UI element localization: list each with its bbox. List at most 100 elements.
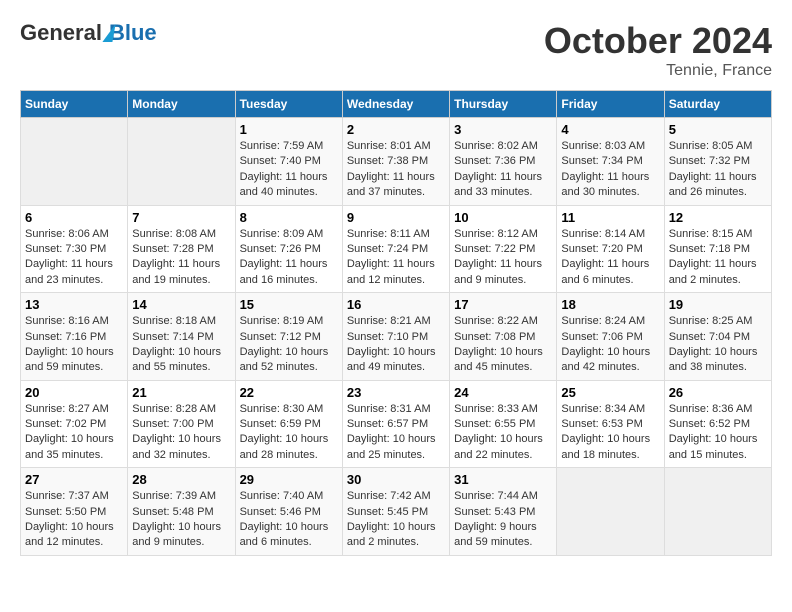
calendar-cell [128,118,235,206]
day-info: Sunrise: 8:18 AM Sunset: 7:14 PM Dayligh… [132,314,230,376]
calendar-week-row: 13 Sunrise: 8:16 AM Sunset: 7:16 PM Dayli… [21,293,772,381]
calendar-header-row: SundayMondayTuesdayWednesdayThursdayFrid… [21,91,772,118]
day-number: 9 [347,210,445,225]
day-number: 31 [454,472,552,487]
day-info: Sunrise: 8:14 AM Sunset: 7:20 PM Dayligh… [561,227,659,289]
calendar-cell: 7Sunrise: 8:08 AM Sunset: 7:28 PM Daylig… [128,205,235,293]
day-number: 25 [561,385,659,400]
day-info: Sunrise: 7:42 AM Sunset: 5:45 PM Dayligh… [347,489,445,551]
calendar-cell: 31 Sunrise: 7:44 AM Sunset: 5:43 PM Dayli… [450,468,557,556]
day-info: Sunrise: 8:15 AM Sunset: 7:18 PM Dayligh… [669,227,767,289]
calendar-cell: 23 Sunrise: 8:31 AM Sunset: 6:57 PM Dayli… [342,380,449,468]
day-number: 13 [25,297,123,312]
calendar-week-row: 1 Sunrise: 7:59 AM Sunset: 7:40 PM Daylig… [21,118,772,206]
calendar-cell: 25 Sunrise: 8:34 AM Sunset: 6:53 PM Dayli… [557,380,664,468]
calendar-cell: 6 Sunrise: 8:06 AM Sunset: 7:30 PM Daylig… [21,205,128,293]
day-number: 15 [240,297,338,312]
day-info: Sunrise: 8:19 AM Sunset: 7:12 PM Dayligh… [240,314,338,376]
calendar-cell: 22 Sunrise: 8:30 AM Sunset: 6:59 PM Dayli… [235,380,342,468]
day-number: 8 [240,210,338,225]
day-info: Sunrise: 8:27 AM Sunset: 7:02 PM Dayligh… [25,402,123,464]
day-number: 16 [347,297,445,312]
day-number: 2 [347,122,445,137]
day-number: 27 [25,472,123,487]
calendar-cell: 9 Sunrise: 8:11 AM Sunset: 7:24 PM Daylig… [342,205,449,293]
calendar-table: SundayMondayTuesdayWednesdayThursdayFrid… [20,90,772,556]
calendar-cell: 16 Sunrise: 8:21 AM Sunset: 7:10 PM Dayli… [342,293,449,381]
day-number: 17 [454,297,552,312]
day-info: Sunrise: 8:06 AM Sunset: 7:30 PM Dayligh… [25,227,123,289]
day-info: Sunrise: 8:30 AM Sunset: 6:59 PM Dayligh… [240,402,338,464]
calendar-cell: 18 Sunrise: 8:24 AM Sunset: 7:06 PM Dayli… [557,293,664,381]
calendar-cell: 8 Sunrise: 8:09 AM Sunset: 7:26 PM Daylig… [235,205,342,293]
day-number: 28 [132,472,230,487]
calendar-cell: 19 Sunrise: 8:25 AM Sunset: 7:04 PM Dayli… [664,293,771,381]
day-info: Sunrise: 8:21 AM Sunset: 7:10 PM Dayligh… [347,314,445,376]
day-number: 6 [25,210,123,225]
calendar-cell: 12Sunrise: 8:15 AM Sunset: 7:18 PM Dayli… [664,205,771,293]
calendar-cell [21,118,128,206]
day-number: 24 [454,385,552,400]
calendar-cell: 5Sunrise: 8:05 AM Sunset: 7:32 PM Daylig… [664,118,771,206]
calendar-cell: 26 Sunrise: 8:36 AM Sunset: 6:52 PM Dayli… [664,380,771,468]
day-of-week-header: Saturday [664,91,771,118]
day-info: Sunrise: 8:09 AM Sunset: 7:26 PM Dayligh… [240,227,338,289]
day-of-week-header: Friday [557,91,664,118]
day-info: Sunrise: 8:36 AM Sunset: 6:52 PM Dayligh… [669,402,767,464]
day-number: 19 [669,297,767,312]
page-header: General Blue October 2024 Tennie, France [20,20,772,80]
calendar-cell: 24Sunrise: 8:33 AM Sunset: 6:55 PM Dayli… [450,380,557,468]
title-block: October 2024 Tennie, France [544,20,772,80]
calendar-cell: 28Sunrise: 7:39 AM Sunset: 5:48 PM Dayli… [128,468,235,556]
day-info: Sunrise: 8:11 AM Sunset: 7:24 PM Dayligh… [347,227,445,289]
day-info: Sunrise: 8:01 AM Sunset: 7:38 PM Dayligh… [347,139,445,201]
calendar-week-row: 27Sunrise: 7:37 AM Sunset: 5:50 PM Dayli… [21,468,772,556]
calendar-cell: 17 Sunrise: 8:22 AM Sunset: 7:08 PM Dayli… [450,293,557,381]
calendar-week-row: 6 Sunrise: 8:06 AM Sunset: 7:30 PM Daylig… [21,205,772,293]
calendar-cell: 4Sunrise: 8:03 AM Sunset: 7:34 PM Daylig… [557,118,664,206]
day-info: Sunrise: 8:05 AM Sunset: 7:32 PM Dayligh… [669,139,767,201]
day-number: 11 [561,210,659,225]
calendar-cell: 20 Sunrise: 8:27 AM Sunset: 7:02 PM Dayli… [21,380,128,468]
day-number: 7 [132,210,230,225]
day-number: 4 [561,122,659,137]
calendar-cell: 30 Sunrise: 7:42 AM Sunset: 5:45 PM Dayli… [342,468,449,556]
day-of-week-header: Sunday [21,91,128,118]
day-info: Sunrise: 7:59 AM Sunset: 7:40 PM Dayligh… [240,139,338,201]
calendar-cell: 29Sunrise: 7:40 AM Sunset: 5:46 PM Dayli… [235,468,342,556]
day-number: 21 [132,385,230,400]
day-number: 1 [240,122,338,137]
day-number: 20 [25,385,123,400]
calendar-cell: 3 Sunrise: 8:02 AM Sunset: 7:36 PM Daylig… [450,118,557,206]
location: Tennie, France [544,62,772,80]
day-of-week-header: Monday [128,91,235,118]
day-number: 26 [669,385,767,400]
calendar-cell: 2 Sunrise: 8:01 AM Sunset: 7:38 PM Daylig… [342,118,449,206]
day-number: 22 [240,385,338,400]
day-info: Sunrise: 8:31 AM Sunset: 6:57 PM Dayligh… [347,402,445,464]
day-number: 30 [347,472,445,487]
logo-blue-text: Blue [109,20,157,46]
day-number: 3 [454,122,552,137]
day-number: 18 [561,297,659,312]
calendar-cell: 27Sunrise: 7:37 AM Sunset: 5:50 PM Dayli… [21,468,128,556]
day-info: Sunrise: 8:16 AM Sunset: 7:16 PM Dayligh… [25,314,123,376]
calendar-cell [557,468,664,556]
day-info: Sunrise: 7:44 AM Sunset: 5:43 PM Dayligh… [454,489,552,551]
month-title: October 2024 [544,20,772,62]
logo-general-text: General [20,20,102,46]
logo: General Blue [20,20,157,46]
day-number: 23 [347,385,445,400]
day-info: Sunrise: 8:24 AM Sunset: 7:06 PM Dayligh… [561,314,659,376]
calendar-cell: 10Sunrise: 8:12 AM Sunset: 7:22 PM Dayli… [450,205,557,293]
calendar-cell [664,468,771,556]
day-info: Sunrise: 8:02 AM Sunset: 7:36 PM Dayligh… [454,139,552,201]
day-info: Sunrise: 8:22 AM Sunset: 7:08 PM Dayligh… [454,314,552,376]
calendar-cell: 21 Sunrise: 8:28 AM Sunset: 7:00 PM Dayli… [128,380,235,468]
day-info: Sunrise: 8:28 AM Sunset: 7:00 PM Dayligh… [132,402,230,464]
day-number: 29 [240,472,338,487]
calendar-cell: 11 Sunrise: 8:14 AM Sunset: 7:20 PM Dayli… [557,205,664,293]
day-info: Sunrise: 8:25 AM Sunset: 7:04 PM Dayligh… [669,314,767,376]
day-of-week-header: Tuesday [235,91,342,118]
day-info: Sunrise: 8:34 AM Sunset: 6:53 PM Dayligh… [561,402,659,464]
